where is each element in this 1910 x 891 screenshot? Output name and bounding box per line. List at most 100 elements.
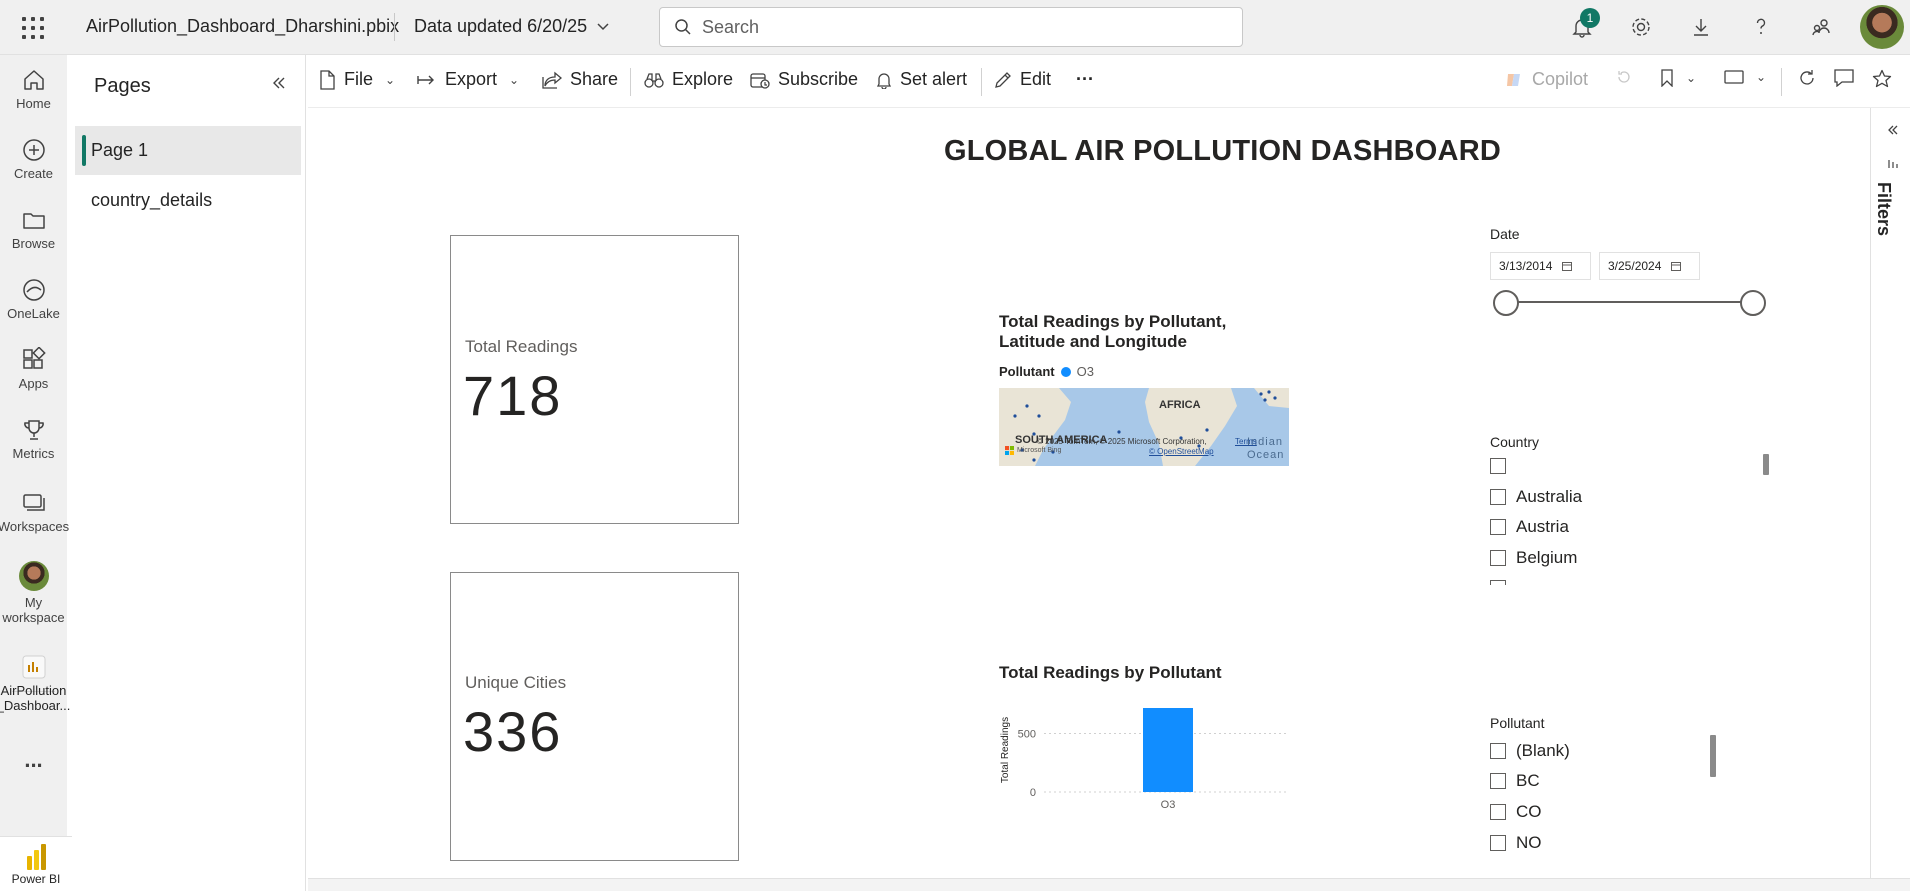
checkbox[interactable] bbox=[1490, 773, 1506, 789]
double-chevron-left-icon bbox=[1888, 125, 1898, 135]
date-end-value: 3/25/2024 bbox=[1608, 259, 1662, 273]
date-start-input[interactable]: 3/13/2014 bbox=[1490, 252, 1591, 280]
toolbar-divider bbox=[1781, 68, 1782, 96]
country-option[interactable]: Austria bbox=[1490, 517, 1569, 537]
nav-create[interactable]: Create bbox=[0, 137, 67, 181]
pages-title: Pages bbox=[94, 75, 151, 97]
checkbox[interactable] bbox=[1490, 519, 1506, 535]
date-start-value: 3/13/2014 bbox=[1499, 259, 1553, 273]
star-icon bbox=[1872, 69, 1892, 88]
nav-onelake[interactable]: OneLake bbox=[0, 277, 67, 321]
file-label: File bbox=[344, 69, 374, 89]
download-button[interactable] bbox=[1688, 14, 1714, 40]
checkbox[interactable] bbox=[1490, 835, 1506, 851]
share-button[interactable]: Share bbox=[542, 69, 618, 90]
nav-metrics[interactable]: Metrics bbox=[0, 417, 67, 461]
edit-button[interactable]: Edit bbox=[994, 69, 1051, 90]
search-box[interactable] bbox=[659, 7, 1243, 47]
country-option[interactable]: Belgium bbox=[1490, 548, 1577, 568]
comments-button[interactable] bbox=[1834, 69, 1854, 87]
checkbox[interactable] bbox=[1490, 489, 1506, 505]
checkbox[interactable] bbox=[1490, 458, 1506, 474]
nav-workspaces[interactable]: Workspaces bbox=[0, 490, 69, 534]
bar[interactable] bbox=[1143, 708, 1193, 792]
nav-create-label: Create bbox=[13, 166, 54, 181]
help-button[interactable] bbox=[1748, 14, 1774, 40]
title-divider bbox=[394, 13, 395, 41]
card-unique-cities[interactable]: Unique Cities 336 bbox=[450, 572, 739, 861]
search-input[interactable] bbox=[702, 16, 1202, 38]
map-terms-link[interactable]: Terms bbox=[1235, 437, 1257, 446]
map-label-ocean: Ocean bbox=[1247, 449, 1285, 461]
nav-report[interactable]: AirPollution _Dashboar... bbox=[0, 654, 70, 713]
checkbox[interactable] bbox=[1490, 743, 1506, 759]
page-tab-country-details[interactable]: country_details bbox=[75, 176, 301, 225]
refresh-button[interactable] bbox=[1798, 69, 1816, 87]
nav-apps[interactable]: Apps bbox=[0, 347, 67, 391]
nav-onelake-label: OneLake bbox=[7, 306, 60, 321]
more-options-label: ··· bbox=[1076, 69, 1094, 89]
country-option[interactable]: Australia bbox=[1490, 487, 1582, 507]
nav-apps-label: Apps bbox=[18, 376, 49, 391]
nav-more-button[interactable]: ... bbox=[0, 747, 67, 773]
nav-home[interactable]: Home bbox=[0, 67, 67, 111]
bing-logo: Microsoft Bing bbox=[1005, 446, 1061, 455]
view-button[interactable]: ⌄ bbox=[1724, 69, 1766, 85]
data-updated-dropdown[interactable]: Data updated 6/20/25 bbox=[414, 16, 609, 37]
date-end-input[interactable]: 3/25/2024 bbox=[1599, 252, 1700, 280]
bar-chart-title: Total Readings by Pollutant bbox=[999, 663, 1222, 682]
more-options-button[interactable]: ··· bbox=[1076, 69, 1094, 90]
pollutant-option[interactable]: CO bbox=[1490, 802, 1542, 822]
nav-my-workspace[interactable]: My workspace bbox=[0, 561, 67, 625]
map-copyright: © 2025 TomTom, © 2025 Microsoft Corporat… bbox=[1037, 437, 1207, 446]
page-tab-label: country_details bbox=[91, 190, 213, 210]
export-label: Export bbox=[445, 69, 498, 89]
bookmark-icon bbox=[1661, 69, 1673, 87]
top-bar: AirPollution_Dashboard_Dharshini.pbix Da… bbox=[0, 0, 1910, 55]
card-total-readings[interactable]: Total Readings 718 bbox=[450, 235, 739, 524]
bar-chart[interactable]: Total Readings 0 500 O3 bbox=[996, 700, 1296, 820]
pencil-icon bbox=[995, 71, 1011, 88]
map-visual[interactable]: AFRICA SOUTH AMERICA Indian Ocean © 2025… bbox=[999, 388, 1289, 466]
bing-label: Microsoft Bing bbox=[1017, 447, 1062, 454]
page-tab-page-1[interactable]: Page 1 bbox=[75, 126, 301, 175]
export-menu-button[interactable]: Export ⌄ bbox=[417, 69, 519, 90]
user-avatar[interactable] bbox=[1860, 5, 1904, 49]
settings-button[interactable] bbox=[1628, 14, 1654, 40]
filters-label[interactable]: Filters bbox=[1873, 182, 1894, 236]
checkbox[interactable] bbox=[1490, 804, 1506, 820]
subscribe-button[interactable]: Subscribe bbox=[750, 69, 858, 90]
x-tick-label: O3 bbox=[1161, 799, 1176, 811]
refresh-icon bbox=[1800, 70, 1814, 85]
date-slider-start-handle[interactable] bbox=[1493, 290, 1519, 316]
explore-button[interactable]: Explore bbox=[644, 69, 733, 90]
reset-button[interactable] bbox=[1616, 69, 1632, 85]
nav-browse[interactable]: Browse bbox=[0, 207, 67, 251]
date-slider-track[interactable] bbox=[1506, 301, 1754, 303]
date-slider-end-handle[interactable] bbox=[1740, 290, 1766, 316]
checkbox[interactable] bbox=[1490, 550, 1506, 566]
map-osm-link[interactable]: © OpenStreetMap bbox=[1149, 447, 1214, 456]
pollutant-option[interactable]: BC bbox=[1490, 771, 1540, 791]
collapse-pages-button[interactable] bbox=[271, 71, 287, 97]
country-list-cutoff bbox=[1490, 580, 1580, 585]
file-menu-button[interactable]: File ⌄ bbox=[318, 69, 395, 90]
set-alert-button[interactable]: Set alert bbox=[876, 69, 967, 90]
country-option[interactable] bbox=[1490, 458, 1516, 474]
nav-metrics-label: Metrics bbox=[12, 446, 55, 461]
y-tick-label: 500 bbox=[1018, 729, 1036, 741]
pollutant-scrollbar[interactable] bbox=[1710, 735, 1716, 777]
favorite-button[interactable] bbox=[1872, 69, 1892, 89]
pages-pane: Pages Page 1 country_details bbox=[75, 55, 306, 891]
copilot-button[interactable]: Copilot bbox=[1504, 69, 1588, 90]
power-bi-logo[interactable]: Power BI bbox=[0, 836, 72, 891]
map-legend[interactable]: Pollutant O3 bbox=[999, 364, 1094, 379]
feedback-button[interactable] bbox=[1808, 14, 1834, 40]
chevron-down-icon: ⌄ bbox=[1686, 71, 1697, 85]
pollutant-option[interactable]: (Blank) bbox=[1490, 741, 1570, 761]
pollutant-option[interactable]: NO bbox=[1490, 833, 1542, 853]
app-launcher-icon[interactable] bbox=[22, 17, 44, 39]
bookmark-button[interactable]: ⌄ bbox=[1660, 69, 1696, 87]
report-title[interactable]: AirPollution_Dashboard_Dharshini.pbix bbox=[86, 16, 399, 37]
country-scrollbar[interactable] bbox=[1763, 454, 1769, 475]
